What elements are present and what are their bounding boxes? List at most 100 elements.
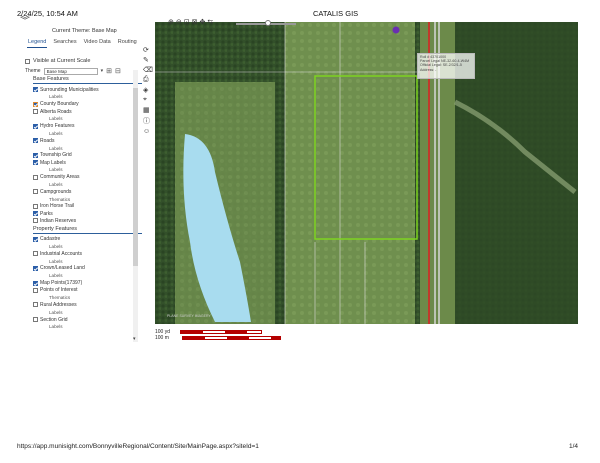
current-theme-label: Current Theme: Base Map — [52, 28, 117, 34]
layer-sublabel[interactable]: Labels — [33, 93, 142, 100]
layer-item[interactable]: Section Grid — [33, 316, 142, 323]
layer-sublabel[interactable]: Thematics — [33, 195, 142, 202]
layer-sublabel[interactable]: Labels — [33, 144, 142, 151]
layer-sublabel[interactable]: Labels — [33, 272, 142, 279]
layer-item[interactable]: Campgrounds — [33, 188, 142, 195]
layer-label: Campgrounds — [40, 188, 72, 195]
layer-sublabel[interactable]: Labels — [33, 115, 142, 122]
user-icon[interactable]: ☺ — [143, 128, 153, 135]
layer-label: Section Grid — [40, 316, 68, 323]
tab-video-data[interactable]: Video Data — [83, 38, 112, 48]
layer-item[interactable]: Township Grid — [33, 152, 142, 159]
pan-icon[interactable]: ✥ — [200, 18, 206, 28]
layer-checkbox[interactable] — [33, 280, 38, 286]
layer-sublabel[interactable]: Labels — [33, 323, 142, 330]
layer-panel: Visible at Current Scale Theme Base Map … — [23, 55, 142, 345]
map-view[interactable]: PLANE SURVEY IMAGERY — [155, 22, 578, 324]
layer-label: Alberta Roads — [40, 108, 72, 115]
layer-label: Cadastre — [40, 236, 61, 243]
layer-item[interactable]: Parks — [33, 210, 142, 217]
layer-checkbox[interactable] — [33, 138, 38, 144]
layer-label: Map Labels — [40, 159, 66, 166]
eraser-icon[interactable]: ⌫ — [143, 66, 153, 74]
layer-checkbox[interactable] — [33, 123, 38, 129]
layer-item[interactable]: Crown/Leased Land — [33, 265, 142, 272]
layer-sublabel[interactable]: Labels — [33, 130, 142, 137]
layer-sublabel[interactable]: Labels — [33, 243, 142, 250]
layer-checkbox[interactable] — [33, 211, 38, 217]
parcel-info-popup[interactable]: Roll # 43701000 Parcel Legal NE-32-60-4-W… — [417, 53, 475, 79]
zoom-in-icon[interactable]: ⊕ — [168, 18, 174, 28]
layer-item[interactable]: Cadastre — [33, 236, 142, 243]
layer-checkbox[interactable] — [33, 236, 38, 242]
zoom-out-icon[interactable]: ⊖ — [176, 18, 182, 28]
zoom-extent-icon[interactable]: ⊠ — [192, 18, 198, 28]
layer-item[interactable]: Iron Horse Trail — [33, 203, 142, 210]
layer-sublabel[interactable]: Thematics — [33, 294, 142, 301]
collapse-chevron-icon[interactable]: ︾ — [19, 17, 31, 30]
layer-tree: Base Features Surrounding Municipalities L… — [33, 75, 142, 331]
table-icon[interactable]: ▦ — [143, 106, 153, 114]
layer-label: Rural Addresses — [40, 301, 77, 308]
layer-item[interactable]: Map Labels — [33, 159, 142, 166]
layer-checkbox[interactable] — [33, 87, 38, 93]
layer-item[interactable]: Map Points(17397) — [33, 279, 142, 286]
layer-checkbox[interactable] — [33, 160, 38, 166]
pencil-icon[interactable]: ✎ — [143, 56, 153, 64]
identify-icon[interactable]: ⓘ — [143, 116, 153, 126]
zoom-box-icon[interactable]: ⊡ — [184, 18, 190, 28]
layer-item[interactable]: Industrial Accounts — [33, 250, 142, 257]
print-footer-url: https://app.munisight.com/BonnyvilleRegi… — [17, 443, 259, 450]
layer-item[interactable]: Alberta Roads — [33, 108, 142, 115]
layer-item[interactable]: Rural Addresses — [33, 301, 142, 308]
visible-at-scale-checkbox[interactable] — [25, 58, 30, 64]
layer-checkbox[interactable] — [33, 174, 38, 180]
layer-label: Crown/Leased Land — [40, 265, 85, 272]
layer-checkbox[interactable] — [33, 287, 38, 293]
layer-checkbox[interactable] — [33, 302, 38, 308]
print-icon[interactable]: ⎙ — [143, 76, 153, 84]
tab-legend[interactable]: Legend — [27, 38, 48, 48]
layer-item[interactable]: County Boundary — [33, 101, 142, 108]
scroll-down-icon[interactable]: ▾ — [133, 336, 136, 342]
layer-sublabel[interactable]: Labels — [33, 166, 142, 173]
layer-item[interactable]: Surrounding Municipalities — [33, 86, 142, 93]
layer-item[interactable]: Hydro Features — [33, 122, 142, 129]
tab-routing[interactable]: Routing — [117, 38, 138, 48]
panel-tabs: Legend Searches Video Data Routing — [27, 38, 138, 48]
layer-label: Roads — [40, 137, 55, 144]
layer-sublabel[interactable]: Labels — [33, 309, 142, 316]
measure-icon[interactable]: ⇆ — [207, 18, 213, 28]
refresh-icon[interactable]: ⟳ — [143, 46, 153, 54]
layer-item[interactable]: Points of Interest — [33, 287, 142, 294]
layer-sublabel[interactable]: Labels — [33, 181, 142, 188]
panel-scroll-thumb[interactable] — [133, 88, 138, 266]
theme-select[interactable]: Base Map — [43, 67, 98, 75]
zoom-slider-handle[interactable] — [265, 20, 271, 26]
layer-item[interactable]: Indian Reserves — [33, 217, 142, 224]
layer-checkbox[interactable] — [33, 218, 38, 224]
visible-at-scale-row[interactable]: Visible at Current Scale — [25, 58, 90, 64]
chevron-down-icon[interactable]: ▾ — [101, 68, 104, 74]
section-header: Base Features — [33, 75, 142, 84]
map-point-icon[interactable] — [392, 26, 400, 34]
layer-checkbox[interactable] — [33, 317, 38, 323]
layer-label: Map Points(17397) — [40, 280, 83, 287]
layers-icon[interactable]: ◈ — [143, 86, 153, 94]
layer-checkbox[interactable] — [33, 251, 38, 257]
layer-checkbox[interactable] — [33, 152, 38, 158]
layer-item[interactable]: Roads — [33, 137, 142, 144]
collapse-all-icon[interactable]: ⊟ — [115, 67, 121, 75]
tab-searches[interactable]: Searches — [52, 38, 77, 48]
layer-checkbox[interactable] — [33, 109, 38, 115]
layer-checkbox[interactable] — [33, 203, 38, 209]
expand-all-icon[interactable]: ⊞ — [106, 67, 112, 75]
layer-checkbox[interactable] — [33, 265, 38, 271]
layer-checkbox[interactable] — [33, 101, 38, 107]
layer-sublabel[interactable]: Labels — [33, 258, 142, 265]
scale-m-bar — [181, 336, 281, 340]
layer-item[interactable]: Community Areas — [33, 174, 142, 181]
layer-checkbox[interactable] — [33, 189, 38, 195]
print-footer-page: 1/4 — [569, 443, 579, 450]
location-pin-icon[interactable]: ⌖ — [143, 96, 153, 104]
